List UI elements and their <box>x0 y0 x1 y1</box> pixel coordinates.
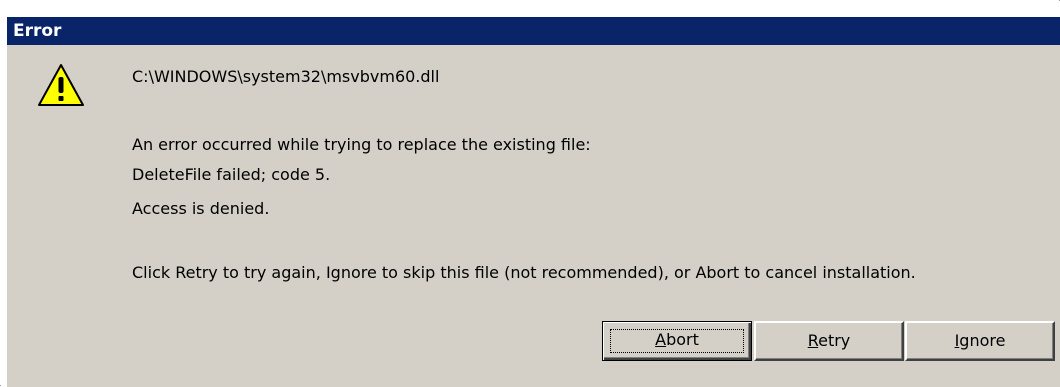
error-dialog: Error C:\WINDOWS\system32\msvbvm60.dll A… <box>0 0 1060 387</box>
instruction-text: Click Retry to try again, Ignore to skip… <box>132 263 916 282</box>
window-title: Error <box>13 21 62 41</box>
title-bar[interactable]: Error <box>7 17 1060 45</box>
error-line-3: Access is denied. <box>132 199 270 218</box>
ignore-button[interactable]: Ignore <box>905 321 1055 361</box>
warning-icon <box>38 64 84 106</box>
dialog-top-edge <box>1 1 1060 17</box>
error-line-2: DeleteFile failed; code 5. <box>132 165 331 184</box>
retry-button-label: Retry <box>807 331 851 350</box>
file-path-text: C:\WINDOWS\system32\msvbvm60.dll <box>132 67 440 86</box>
retry-button[interactable]: Retry <box>754 321 904 361</box>
abort-button[interactable]: Abort <box>602 321 752 361</box>
abort-button-label: Abort <box>655 330 699 349</box>
ignore-button-label: Ignore <box>954 331 1006 350</box>
error-line-1: An error occurred while trying to replac… <box>132 135 591 154</box>
